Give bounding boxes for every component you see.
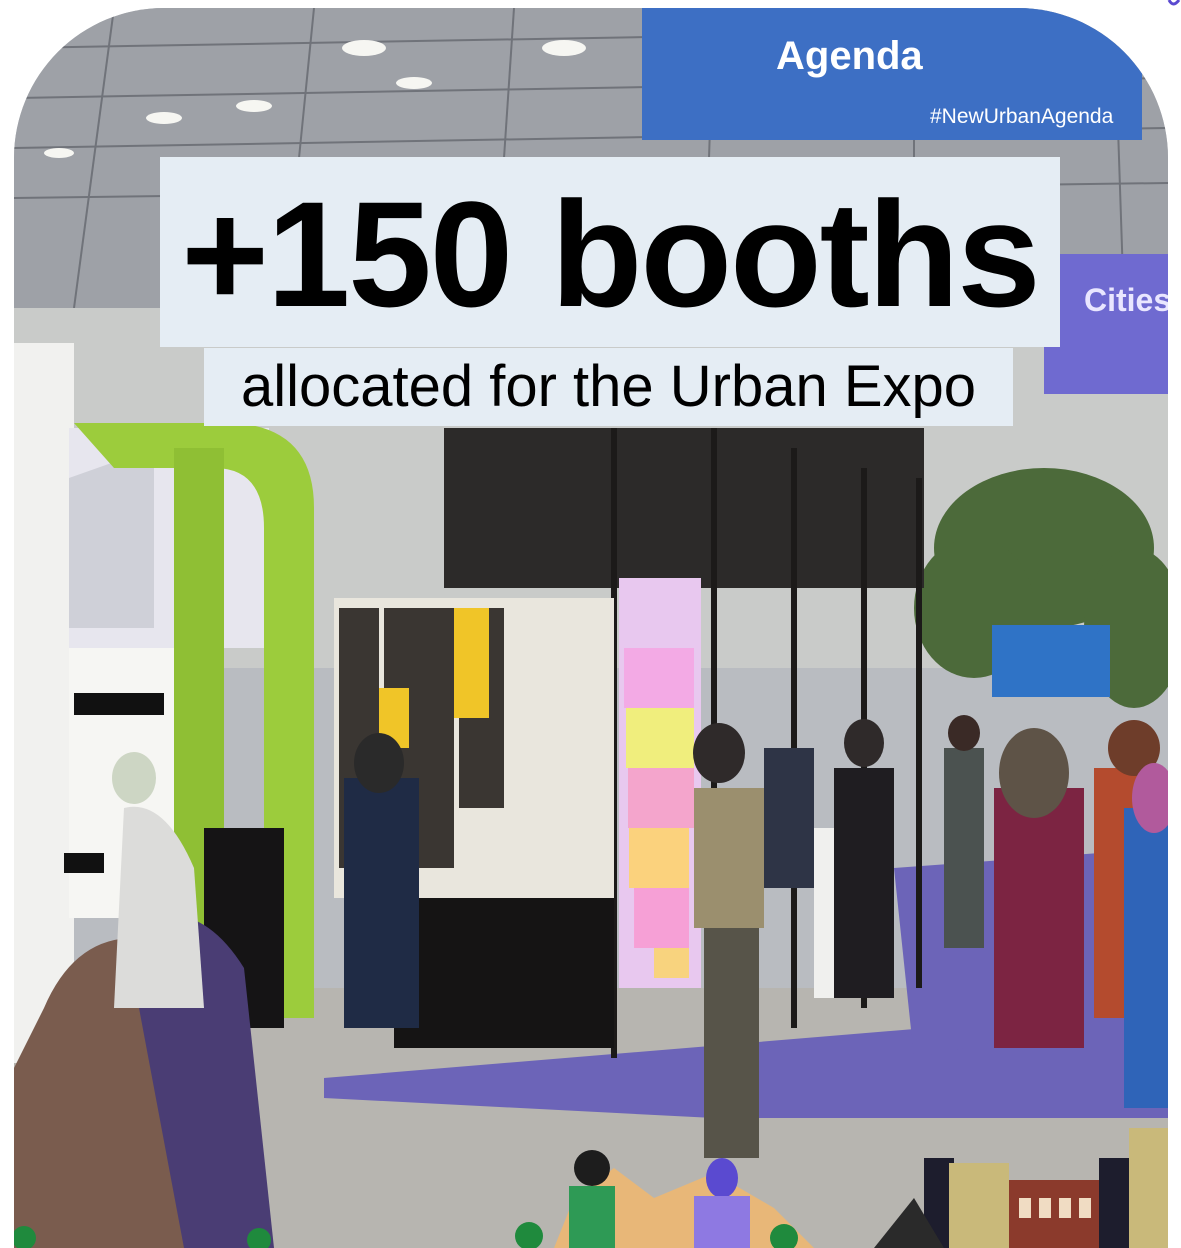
- headline-main: +150 booths: [181, 170, 1040, 338]
- side-banner-text: Cities: [1084, 282, 1168, 318]
- corner-accent-icon: [1167, 0, 1181, 6]
- banner-title: Agenda: [776, 34, 923, 78]
- headline-box: +150 booths: [160, 157, 1060, 347]
- headline-sub: allocated for the Urban Expo: [240, 354, 977, 419]
- subline-box: allocated for the Urban Expo: [204, 348, 1013, 426]
- banner-hashtag: #NewUrbanAgenda: [930, 105, 1114, 128]
- booth-counter: [394, 898, 614, 1048]
- cities-banner: [1044, 254, 1168, 394]
